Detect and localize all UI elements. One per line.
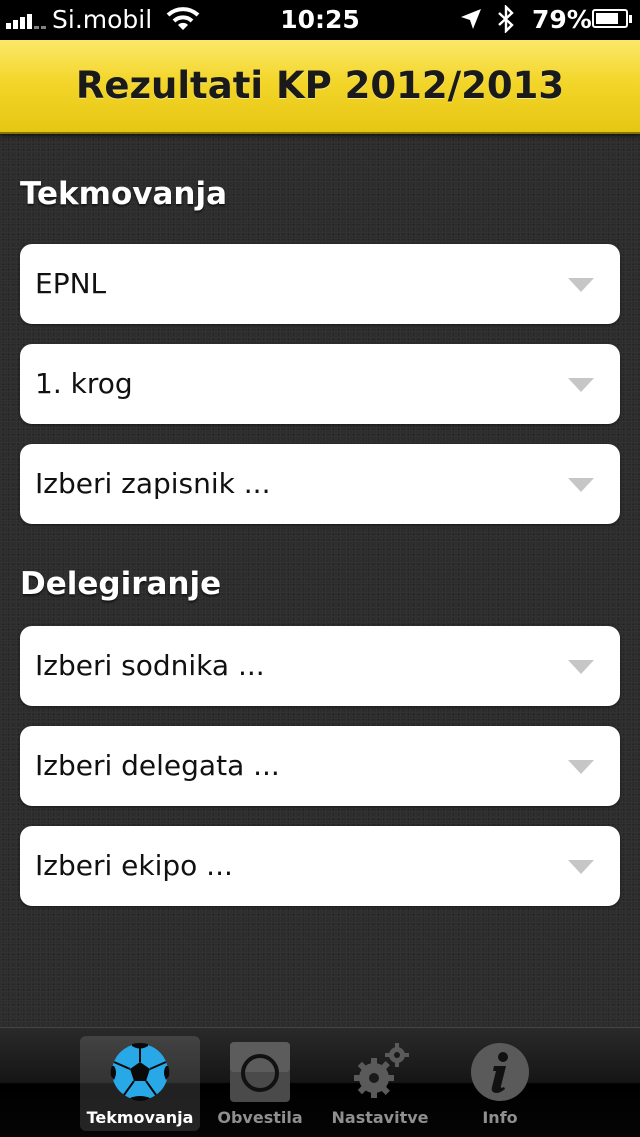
tab-obvestila[interactable]: Obvestila: [200, 1036, 320, 1131]
soccer-ball-icon: [110, 1043, 170, 1101]
section-header-tekmovanja: Tekmovanja: [20, 176, 228, 212]
page-title: Rezultati KP 2012/2013: [75, 64, 565, 107]
picker-value: Izberi delegata ...: [35, 749, 280, 782]
battery-icon: [592, 9, 632, 28]
tab-tekmovanja[interactable]: Tekmovanja: [80, 1036, 200, 1131]
match-report-picker[interactable]: Izberi zapisnik ...: [20, 444, 620, 524]
dropdown-arrow-icon: [568, 278, 594, 292]
referee-picker[interactable]: Izberi sodnika ...: [20, 626, 620, 706]
location-arrow-icon: [461, 9, 481, 29]
tab-label: Nastavitve: [331, 1108, 429, 1127]
tab-info[interactable]: Info: [440, 1036, 560, 1131]
picker-value: Izberi ekipo ...: [35, 849, 233, 882]
dropdown-arrow-icon: [568, 760, 594, 774]
tab-label: Tekmovanja: [86, 1108, 194, 1127]
navigation-bar: Rezultati KP 2012/2013: [0, 40, 640, 134]
dropdown-arrow-icon: [568, 660, 594, 674]
picker-value: EPNL: [35, 267, 107, 300]
bluetooth-icon: [498, 5, 514, 33]
delegate-picker[interactable]: Izberi delegata ...: [20, 726, 620, 806]
round-picker[interactable]: 1. krog: [20, 344, 620, 424]
tab-nastavitve[interactable]: Nastavitve: [320, 1036, 440, 1131]
battery-percentage: 79%: [532, 5, 592, 34]
dropdown-arrow-icon: [568, 478, 594, 492]
competition-picker[interactable]: EPNL: [20, 244, 620, 324]
info-icon: [471, 1043, 529, 1101]
section-header-delegiranje: Delegiranje: [20, 566, 222, 602]
dropdown-arrow-icon: [568, 860, 594, 874]
tab-label: Obvestila: [217, 1108, 303, 1127]
status-bar: Si.mobil 10:25 79%: [0, 0, 640, 40]
tab-bar: Tekmovanja Obvestila Nastavitve Info: [0, 1027, 640, 1137]
gears-icon: [354, 1043, 409, 1098]
picker-value: Izberi sodnika ...: [35, 649, 265, 682]
team-picker[interactable]: Izberi ekipo ...: [20, 826, 620, 906]
circle-notice-icon: [230, 1042, 290, 1102]
dropdown-arrow-icon: [568, 378, 594, 392]
picker-value: 1. krog: [35, 367, 133, 400]
tab-label: Info: [482, 1108, 518, 1127]
picker-value: Izberi zapisnik ...: [35, 467, 271, 500]
